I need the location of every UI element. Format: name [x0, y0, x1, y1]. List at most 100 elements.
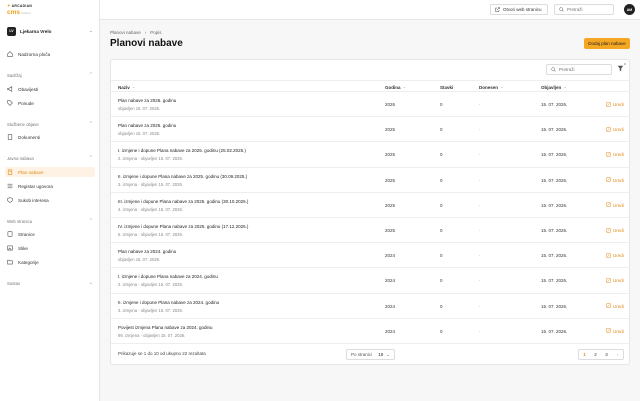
breadcrumb-root[interactable]: Planovi nabave [110, 30, 141, 35]
cell-published: 15. 07. 2026. [541, 127, 568, 133]
add-plan-button[interactable]: Dodaj plan nabave [584, 38, 630, 49]
pencil-icon [606, 127, 611, 133]
sidebar-item-registar-ugovora[interactable]: Registar ugovora [5, 181, 95, 191]
global-search[interactable] [554, 4, 614, 15]
pencil-icon [606, 252, 611, 259]
cell-adopted: - [479, 202, 481, 208]
document-icon [7, 134, 13, 140]
avatar[interactable]: AM [624, 4, 635, 15]
table-row[interactable]: III. izmjene i dopune Plana nabave za 20… [111, 193, 629, 218]
table-row[interactable]: II. izmjene i dopune Plana nabave za 202… [111, 294, 629, 319]
sort-icon: ⌄ [402, 84, 407, 89]
page-button-2[interactable]: 2 [590, 349, 601, 360]
global-search-input[interactable] [567, 7, 611, 12]
edit-label: Uredi [613, 202, 624, 208]
plan-subtitle: objavljen 15. 07. 2026. [118, 106, 161, 112]
breadcrumb: Planovi nabave › Popis [110, 30, 162, 35]
cell-published: 15. 07. 2026. [541, 328, 568, 334]
table-row[interactable]: IV. izmjene i dopune Plana nabave za 202… [111, 218, 629, 244]
cell-items: 0 [440, 102, 443, 108]
table-search-input[interactable] [559, 67, 603, 72]
page-button-1[interactable]: 1 [579, 349, 590, 360]
table-row[interactable]: Plan nabave za 2025. godinu objavljen 15.… [111, 117, 629, 143]
sidebar-item-label: Kategorije [18, 259, 39, 265]
page-button-3[interactable]: 3 [601, 349, 612, 360]
clipboard-icon [7, 169, 13, 175]
section-label: Web stranica [7, 218, 32, 224]
table-row[interactable]: Plan nabave za 2026. godinu objavljen 15.… [111, 92, 629, 118]
cell-name: I. izmjene i dopune Plana nabave za 2025… [118, 142, 246, 167]
per-page-select[interactable]: Po stranici 10 ⌄ [346, 349, 395, 360]
edit-label: Uredi [613, 127, 624, 133]
cell-adopted: - [479, 102, 481, 108]
plan-title[interactable]: Plan nabave za 2025. godinu [118, 123, 176, 128]
open-website-label: Otvori web stranicu [503, 7, 542, 12]
plan-title[interactable]: I. izmjene i dopune Plana nabave za 2025… [118, 148, 246, 153]
plan-title[interactable]: Povijest izmjena Plana nabave za 2024. g… [118, 325, 213, 330]
plan-title[interactable]: II. izmjene i dopune Plana nabave za 202… [118, 174, 247, 179]
sidebar-item-plan-nabave[interactable]: Plan nabave [5, 167, 95, 177]
table-search[interactable] [546, 64, 612, 75]
plan-title[interactable]: Plan nabave za 2026. godinu [118, 98, 176, 103]
section-javna-nabava[interactable]: Javna nabava ⌃ [7, 155, 93, 161]
plan-title[interactable]: I. izmjene i dopune Plana nabave za 2024… [118, 274, 218, 279]
table-row[interactable]: I. izmjene i dopune Plana nabave za 2024… [111, 268, 629, 294]
pencil-icon [606, 303, 611, 309]
section-sustav[interactable]: Sustav ⌄ [7, 280, 93, 286]
plan-title[interactable]: Plan nabave za 2024. godinu [118, 249, 176, 254]
edit-button[interactable]: Uredi [606, 243, 624, 268]
sidebar-item-sukob-interesa[interactable]: Sukob interesa [5, 195, 95, 205]
search-icon [551, 66, 556, 73]
plan-title[interactable]: III. izmjene i dopune Plana nabave za 20… [118, 199, 248, 204]
cell-name: II. izmjene i dopune Plana nabave za 202… [118, 294, 219, 319]
edit-button[interactable]: Uredi [606, 117, 624, 142]
filter-button[interactable]: 0 [616, 62, 626, 73]
table-row[interactable]: Povijest izmjena Plana nabave za 2024. g… [111, 319, 629, 344]
edit-button[interactable]: Uredi [606, 268, 624, 293]
pagination: 1 2 3 › [578, 349, 624, 360]
list-icon [7, 183, 13, 189]
edit-button[interactable]: Uredi [606, 294, 624, 319]
brand-logo[interactable]: ✦ ARCADIAN cmssidebar [7, 3, 32, 16]
edit-button[interactable]: Uredi [606, 142, 624, 167]
cell-year: 2025 [385, 152, 396, 158]
section-label: Javna nabava [7, 155, 34, 161]
section-sluzbene-objave[interactable]: Službene objave ⌃ [7, 121, 93, 127]
sidebar-item-stranice[interactable]: Stranice [5, 229, 95, 239]
section-sadrzaj[interactable]: Sadržaj ⌃ [7, 72, 93, 78]
edit-button[interactable]: Uredi [606, 168, 624, 193]
section-web-stranica[interactable]: Web stranica ⌃ [7, 218, 93, 224]
sidebar-item-ponude[interactable]: Ponude [5, 98, 95, 108]
sidebar-item-dokumenti[interactable]: Dokumenti [5, 132, 95, 142]
cell-items: 0 [440, 177, 443, 183]
edit-button[interactable]: Uredi [606, 92, 624, 117]
section-label: Sustav [7, 280, 21, 286]
sort-icon: ⌄ [131, 84, 136, 89]
chevron-right-icon[interactable]: › [612, 349, 623, 360]
sort-icon: ⌄ [563, 84, 568, 89]
open-website-button[interactable]: Otvori web stranicu [490, 4, 548, 15]
tenant-switcher[interactable]: LV Ljekarna Vrelo ⌄ [7, 26, 93, 36]
sidebar-item-label: Stranice [18, 231, 35, 237]
table-row[interactable]: II. izmjene i dopune Plana nabave za 202… [111, 168, 629, 193]
sidebar-item-dashboard[interactable]: Nadzorna ploča [5, 49, 95, 59]
table-row[interactable]: Plan nabave za 2024. godinu objavljen 15.… [111, 243, 629, 269]
sidebar-item-kategorije[interactable]: Kategorije [5, 257, 95, 267]
table-row[interactable]: I. izmjene i dopune Plana nabave za 2025… [111, 142, 629, 168]
cell-items: 0 [440, 278, 443, 284]
edit-button[interactable]: Uredi [606, 193, 624, 218]
pencil-icon [606, 278, 611, 284]
edit-button[interactable]: Uredi [606, 218, 624, 243]
plan-title[interactable]: II. izmjene i dopune Plana nabave za 202… [118, 300, 219, 305]
cell-items: 0 [440, 152, 443, 158]
edit-button[interactable]: Uredi [606, 319, 624, 344]
cell-name: Plan nabave za 2025. godinu objavljen 15.… [118, 117, 176, 142]
cell-published: 15. 07. 2026. [541, 202, 568, 208]
column-label: Stavki [440, 84, 454, 90]
sidebar-item-slike[interactable]: Slike [5, 243, 95, 253]
plan-subtitle: 98. izmjena · objavljen 15. 07. 2026. [118, 332, 186, 338]
pencil-icon [606, 101, 611, 108]
plan-title[interactable]: IV. izmjene i dopune Plana nabave za 202… [118, 224, 248, 229]
column-label: Objavljen [541, 84, 562, 90]
sidebar-item-obavijesti[interactable]: Obavijesti [5, 84, 95, 94]
